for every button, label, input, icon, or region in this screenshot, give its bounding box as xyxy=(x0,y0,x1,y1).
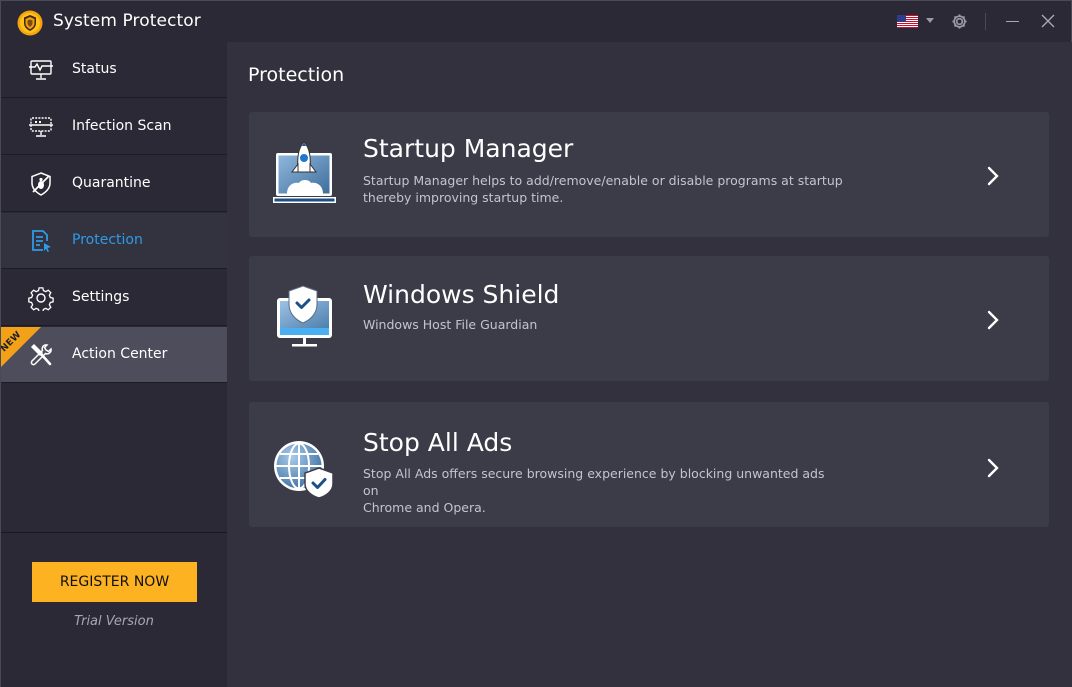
sidebar: Status Infection Scan Quarantine Protect… xyxy=(1,42,227,687)
card-description-line: thereby improving startup time. xyxy=(363,190,564,205)
sidebar-item-label: Infection Scan xyxy=(72,118,172,134)
card-description: Windows Host File Guardian xyxy=(363,316,843,333)
card-title: Stop All Ads xyxy=(363,428,513,457)
gear-icon xyxy=(28,287,54,311)
sidebar-item-infection-scan[interactable]: Infection Scan xyxy=(1,99,227,155)
titlebar-separator xyxy=(985,13,986,30)
sidebar-item-action-center[interactable]: NEW Action Center xyxy=(1,327,227,383)
app-window: System Protector Status Infection Scan Q… xyxy=(0,0,1072,687)
card-description: Startup Manager helps to add/remove/enab… xyxy=(363,172,843,206)
sidebar-item-label: Settings xyxy=(72,289,130,305)
minimize-icon[interactable] xyxy=(1006,21,1019,22)
card-stop-all-ads[interactable]: Stop All Ads Stop All Ads offers secure … xyxy=(249,402,1049,527)
trial-version-label: Trial Version xyxy=(74,614,154,629)
chevron-right-icon[interactable] xyxy=(985,309,1001,331)
monitor-pulse-icon xyxy=(29,60,53,80)
chevron-right-icon[interactable] xyxy=(985,457,1001,479)
sidebar-item-label: Status xyxy=(72,61,117,77)
app-logo-icon xyxy=(17,10,43,36)
card-description-line: Startup Manager helps to add/remove/enab… xyxy=(363,173,843,188)
card-description-line: Stop All Ads offers secure browsing expe… xyxy=(363,466,825,498)
main-content: Protection Startup Manager Startup Manag… xyxy=(227,42,1072,687)
monitor-scan-icon xyxy=(29,117,53,137)
sidebar-item-label: Quarantine xyxy=(72,175,151,191)
app-title: System Protector xyxy=(53,11,201,31)
sidebar-divider xyxy=(1,532,227,533)
card-description-line: Chrome and Opera. xyxy=(363,500,486,515)
sidebar-item-label: Protection xyxy=(72,232,143,248)
card-windows-shield[interactable]: Windows Shield Windows Host File Guardia… xyxy=(249,256,1049,381)
chevron-right-icon[interactable] xyxy=(985,165,1001,187)
us-flag-icon[interactable] xyxy=(897,15,918,28)
card-description: Stop All Ads offers secure browsing expe… xyxy=(363,465,843,516)
title-bar: System Protector xyxy=(1,1,1071,42)
card-description-line: Windows Host File Guardian xyxy=(363,317,538,332)
sidebar-item-status[interactable]: Status xyxy=(1,42,227,98)
shield-bug-icon xyxy=(31,172,51,196)
sidebar-item-settings[interactable]: Settings xyxy=(1,270,227,326)
shield-monitor-icon xyxy=(277,285,332,347)
card-title: Windows Shield xyxy=(363,280,560,309)
close-icon[interactable] xyxy=(1041,14,1055,28)
rocket-laptop-icon xyxy=(273,141,336,203)
card-startup-manager[interactable]: Startup Manager Startup Manager helps to… xyxy=(249,112,1049,237)
register-now-button[interactable]: REGISTER NOW xyxy=(32,562,197,602)
sidebar-item-protection[interactable]: Protection xyxy=(1,213,227,269)
page-title: Protection xyxy=(248,64,345,86)
sidebar-item-label: Action Center xyxy=(72,346,168,362)
globe-shield-icon xyxy=(274,441,334,499)
card-title: Startup Manager xyxy=(363,134,574,163)
document-cursor-icon xyxy=(32,230,51,252)
settings-gear-icon[interactable] xyxy=(951,13,968,30)
language-dropdown-caret-icon[interactable] xyxy=(926,18,934,23)
sidebar-item-quarantine[interactable]: Quarantine xyxy=(1,156,227,212)
tools-icon xyxy=(30,343,52,366)
